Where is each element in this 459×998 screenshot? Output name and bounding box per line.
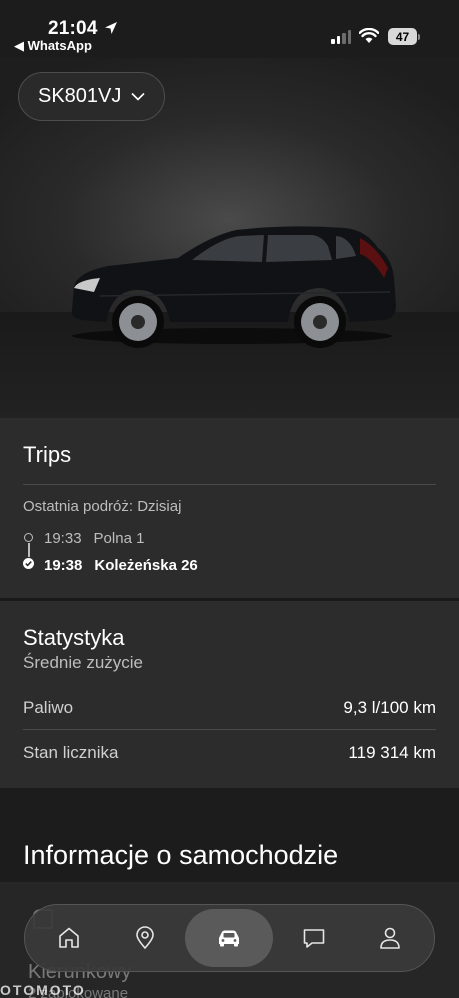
statistics-title: Statystyka (23, 625, 125, 650)
tab-car[interactable] (185, 909, 274, 967)
trips-card[interactable]: Trips Ostatnia podróż: Dzisiaj 19:33 Pol… (0, 418, 459, 598)
tab-profile[interactable] (354, 909, 426, 967)
statistics-subtitle: Średnie zużycie (23, 653, 144, 672)
wifi-icon (359, 28, 379, 43)
trip-end-place: Koleżeńska 26 (94, 557, 198, 574)
vehicle-plate: SK801VJ (38, 85, 122, 107)
battery-indicator: 47 (388, 28, 417, 45)
home-icon (59, 927, 79, 948)
profile-icon (380, 927, 400, 949)
statistics-card[interactable]: Statystyka Średnie zużycie Paliwo 9,3 l/… (0, 601, 459, 788)
trip-start-time: 19:33 (44, 530, 82, 547)
trip-start-row: 19:33 Polna 1 (44, 530, 144, 547)
trip-connector (28, 543, 30, 557)
map-pin-icon (136, 926, 155, 950)
vehicle-hero: SK801VJ (0, 58, 459, 418)
bottom-tab-bar (24, 904, 435, 972)
vehicle-selector-button[interactable]: SK801VJ (18, 72, 165, 121)
last-trip-label: Ostatnia podróż: Dzisiaj (23, 498, 182, 515)
trip-start-place: Polna 1 (93, 530, 145, 547)
tab-home[interactable] (33, 909, 105, 967)
stat-value: 119 314 km (348, 743, 436, 762)
chat-icon (303, 929, 324, 948)
trip-end-row: 19:38 Koleżeńska 26 (44, 557, 198, 574)
battery-tip (418, 34, 420, 40)
trip-end-time: 19:38 (44, 557, 83, 574)
status-time: 21:04 (48, 18, 98, 39)
watermark: OTOMOTO (0, 982, 86, 998)
trip-start-icon (24, 533, 33, 542)
stat-label: Paliwo (23, 697, 74, 717)
cellular-signal-icon (331, 30, 351, 44)
car-image (71, 226, 396, 348)
car-icon (219, 930, 240, 947)
location-arrow-icon (105, 22, 117, 34)
vehicle-info-title: Informacje o samochodzie (23, 840, 339, 870)
trip-end-check-icon (23, 558, 34, 569)
trips-title: Trips (23, 442, 72, 467)
stat-value: 9,3 l/100 km (343, 697, 436, 717)
tab-map[interactable] (109, 909, 181, 967)
tab-messages[interactable] (278, 909, 350, 967)
stat-label: Stan licznika (23, 743, 119, 762)
divider (23, 484, 436, 485)
stat-row-odometer: Stan licznika 119 314 km (23, 731, 436, 775)
stat-row-fuel: Paliwo 9,3 l/100 km (23, 686, 436, 730)
back-to-app-link[interactable]: ◀ WhatsApp (14, 38, 92, 54)
status-bar: 21:04 ◀ WhatsApp 47 (0, 0, 459, 58)
chevron-down-icon (131, 92, 145, 101)
